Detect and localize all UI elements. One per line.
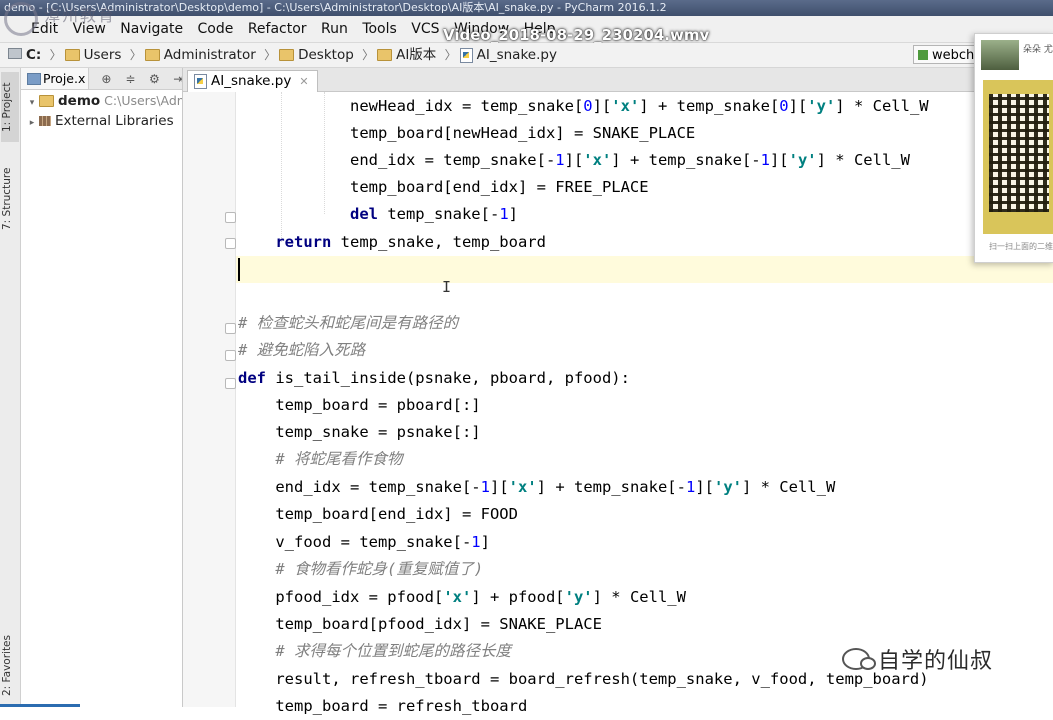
project-panel: Proje.x ⊕ ≑ ⚙ ⇥ ▾ demoC:\Users\Adm ▸ Exter… <box>21 68 183 707</box>
fold-marker-icon[interactable] <box>225 238 236 249</box>
chevron-right-icon: 〉 <box>129 48 142 62</box>
tree-item-label: demo <box>58 93 101 109</box>
wechat-card-name: 朵朵 尤 <box>1023 45 1053 55</box>
code-line[interactable]: return temp_snake, temp_board <box>238 229 546 256</box>
fold-marker-icon[interactable] <box>225 350 236 361</box>
code-line[interactable]: newHead_idx = temp_snake[0]['x'] + temp_… <box>238 93 929 120</box>
editor-tab-label: AI_snake.py <box>211 73 292 89</box>
fold-marker-icon[interactable] <box>225 323 236 334</box>
breadcrumb-label: Users <box>83 47 122 63</box>
footer-watermark: 自学的仙叔 <box>842 643 993 675</box>
menu-vcs[interactable]: VCS <box>406 16 444 42</box>
breadcrumb-users[interactable]: 〉 Users <box>48 43 122 67</box>
editor-tab-ai-snake[interactable]: AI_snake.py ✕ <box>187 70 318 92</box>
fold-marker-icon[interactable] <box>225 378 236 389</box>
footer-watermark-text: 自学的仙叔 <box>878 649 994 674</box>
watermark-logo <box>4 2 38 36</box>
chevron-right-icon: 〉 <box>49 48 62 62</box>
library-icon <box>39 116 51 126</box>
breadcrumb-label: AI版本 <box>396 47 437 63</box>
code-line[interactable]: temp_board[newHead_idx] = SNAKE_PLACE <box>238 120 695 147</box>
breadcrumb-label: Administrator <box>163 47 256 63</box>
run-config-icon <box>918 50 928 60</box>
menu-code[interactable]: Code <box>193 16 239 42</box>
code-line[interactable]: temp_board[end_idx] = FREE_PLACE <box>238 174 649 201</box>
current-line-highlight <box>236 256 1053 283</box>
window-titlebar: demo - [C:\Users\Administrator\Desktop\d… <box>0 0 1053 16</box>
project-panel-header: Proje.x ⊕ ≑ ⚙ ⇥ <box>21 68 182 90</box>
tool-tab-project[interactable]: 1: Project <box>1 72 19 142</box>
breadcrumb-label: AI_snake.py <box>476 47 557 63</box>
chevron-right-icon: 〉 <box>362 48 375 62</box>
python-file-icon <box>194 74 207 89</box>
navigation-bar: C: 〉 Users 〉 Administrator 〉 Desktop 〉 AI版本 … <box>0 43 1053 68</box>
wechat-icon <box>842 648 876 670</box>
folder-icon <box>144 49 160 61</box>
fold-marker-icon[interactable] <box>225 212 236 223</box>
editor-gutter <box>183 92 236 707</box>
breadcrumb-drive[interactable]: C: <box>26 43 41 67</box>
breadcrumb-administrator[interactable]: 〉 Administrator <box>128 43 256 67</box>
expand-arrow-icon[interactable]: ▸ <box>25 113 39 132</box>
target-icon[interactable]: ⊕ <box>99 69 113 89</box>
code-line[interactable]: # 将蛇尾看作食物 <box>238 446 402 473</box>
tool-tab-favorites[interactable]: 2: Favorites <box>1 628 19 703</box>
chevron-right-icon: 〉 <box>264 48 277 62</box>
code-line[interactable]: v_food = temp_snake[-1] <box>238 529 490 556</box>
menu-run[interactable]: Run <box>316 16 353 42</box>
code-line[interactable]: end_idx = temp_snake[-1]['x'] + temp_sna… <box>238 147 910 174</box>
folder-icon <box>279 49 295 61</box>
code-line[interactable]: end_idx = temp_snake[-1]['x'] + temp_sna… <box>238 474 835 501</box>
code-line[interactable]: pfood_idx = pfood['x'] + pfood['y'] * Ce… <box>238 584 686 611</box>
tree-item-demo[interactable]: ▾ demo C:\Users\Adm <box>21 90 182 111</box>
avatar <box>981 40 1019 70</box>
code-line[interactable]: # 食物看作蛇身(重复赋值了) <box>238 556 483 583</box>
breadcrumb-desktop[interactable]: 〉 Desktop <box>262 43 354 67</box>
code-line[interactable]: result, refresh_tboard = board_refresh(t… <box>238 666 928 693</box>
expand-arrow-icon[interactable]: ▾ <box>25 93 39 111</box>
collapse-icon[interactable]: ≑ <box>123 69 137 89</box>
gear-icon[interactable]: ⚙ <box>147 69 161 89</box>
wechat-scan-hint: 扫一扫上面的二维码 <box>989 242 1053 251</box>
left-tool-strip: 1: Project 7: Structure 2: Favorites <box>0 68 21 707</box>
project-icon <box>27 73 41 85</box>
menu-refactor[interactable]: Refactor <box>243 16 312 42</box>
tree-item-path: C:\Users\Adm <box>104 93 182 108</box>
code-line[interactable]: # 避免蛇陷入死路 <box>238 337 365 364</box>
folder-icon <box>64 49 80 61</box>
code-line[interactable]: # 检查蛇头和蛇尾间是有路径的 <box>238 310 458 337</box>
mouse-ibeam-cursor: I <box>442 278 452 296</box>
run-config-combo[interactable]: webcha <box>913 45 983 64</box>
menu-tools[interactable]: Tools <box>357 16 402 42</box>
tree-item-label: External Libraries <box>55 113 174 129</box>
folder-icon <box>39 95 54 107</box>
wechat-qr-card: 朵朵 尤 扫一扫上面的二维码 <box>974 33 1053 263</box>
code-line[interactable]: temp_board[pfood_idx] = SNAKE_PLACE <box>238 611 602 638</box>
hide-icon[interactable]: ⇥ <box>171 69 182 89</box>
breadcrumb-file[interactable]: 〉 AI_snake.py <box>443 43 557 67</box>
code-line[interactable]: temp_snake = psnake[:] <box>238 419 480 446</box>
chevron-right-icon: 〉 <box>444 48 457 62</box>
video-title-overlay: Video_2018-08-29_230204.wmv <box>443 26 710 44</box>
watermark-text: 漳州教育 <box>44 6 117 25</box>
editor-tab-bar: AI_snake.py ✕ <box>183 68 1053 92</box>
folder-icon <box>377 49 393 61</box>
code-line[interactable]: def is_tail_inside(psnake, pboard, pfood… <box>238 365 630 392</box>
breadcrumb-ai-folder[interactable]: 〉 AI版本 <box>360 43 436 67</box>
menu-navigate[interactable]: Navigate <box>115 16 188 42</box>
tool-tab-structure[interactable]: 7: Structure <box>1 160 19 238</box>
code-line[interactable]: temp_board = pboard[:] <box>238 392 480 419</box>
qr-code-icon <box>989 94 1049 212</box>
python-file-icon <box>459 47 473 63</box>
breadcrumb-label: Desktop <box>298 47 354 63</box>
tree-item-external-libraries[interactable]: ▸ External Libraries <box>21 111 182 132</box>
code-line[interactable]: # 求得每个位置到蛇尾的路径长度 <box>238 638 511 665</box>
text-caret <box>238 258 240 281</box>
close-icon[interactable]: ✕ <box>299 71 308 92</box>
editor-area: AI_snake.py ✕ I newHead_idx = temp_snake… <box>183 68 1053 715</box>
drive-icon <box>8 48 22 59</box>
code-line[interactable]: del temp_snake[-1] <box>238 201 518 228</box>
code-line[interactable]: temp_board[end_idx] = FOOD <box>238 501 518 528</box>
